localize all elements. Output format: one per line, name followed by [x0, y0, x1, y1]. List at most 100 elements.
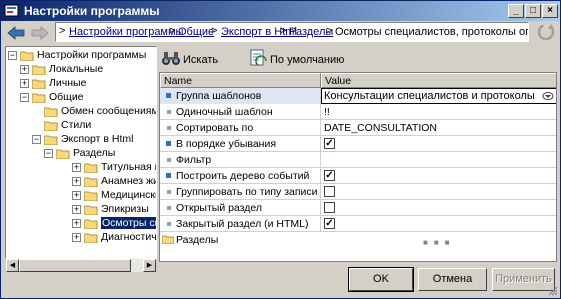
scroll-right-icon[interactable]: ▶ [143, 259, 156, 272]
breadcrumb-current: Осмотры специалистов, протоколы операций [335, 26, 528, 38]
breadcrumb-separator: > [211, 25, 218, 37]
tree-item-label: Обмен сообщениями [61, 105, 157, 117]
event-tree-checkbox[interactable]: ✓ [324, 170, 335, 181]
folder-icon [32, 65, 46, 75]
property-row-sort-by[interactable]: Сортировать по DATE_CONSULTATION [160, 120, 556, 136]
breadcrumb-settings[interactable]: Настройки программы [69, 26, 183, 38]
dropdown-icon[interactable] [541, 90, 555, 102]
property-bullet-icon [167, 206, 171, 210]
collapse-icon[interactable]: − [20, 93, 29, 102]
property-row-open-section[interactable]: Открытый раздел [160, 200, 556, 216]
back-arrow-icon[interactable] [7, 26, 25, 40]
collapse-icon[interactable]: − [32, 135, 41, 144]
refresh-icon[interactable] [536, 22, 556, 42]
cancel-button[interactable]: Отмена [418, 268, 487, 291]
property-name: Группировать по типу записи [176, 186, 318, 198]
property-value: !! [324, 106, 330, 118]
tree-item-label: Осмотры спе [101, 217, 156, 229]
property-row-filter[interactable]: Фильтр [160, 152, 556, 168]
property-value: DATE_CONSULTATION [324, 122, 437, 134]
property-grid[interactable]: Name Value Группа шаблонов Консультации … [159, 72, 557, 262]
title-bar[interactable]: Настройки программы _ □ × [1, 1, 560, 21]
property-name: Закрытый раздел (и HTML) [176, 218, 309, 230]
combobox-value: Консультации специалистов и протоколы оп… [324, 90, 536, 102]
property-name: В порядке убывания [176, 138, 277, 150]
folder-open-icon [44, 135, 58, 145]
tree-item-label: Экспорт в Html [61, 133, 134, 145]
open-section-checkbox[interactable] [324, 202, 335, 213]
tree-item-label: Диагностиче [101, 231, 157, 243]
folder-icon [162, 235, 174, 244]
breadcrumb-separator: > [280, 25, 287, 37]
property-toolbar: Искать По умолчанию [158, 47, 558, 71]
property-bullet-icon [167, 222, 171, 226]
property-bullet-icon [166, 141, 171, 146]
expand-icon[interactable]: + [20, 65, 29, 74]
expand-icon[interactable]: + [72, 191, 81, 200]
maximize-button[interactable]: □ [525, 4, 541, 18]
folder-icon [32, 79, 46, 89]
descending-checkbox[interactable]: ✓ [324, 138, 335, 149]
folder-open-icon [56, 149, 70, 159]
breadcrumb-general[interactable]: Общие [178, 26, 214, 38]
settings-tree[interactable]: − Настройки программы + Локальные + Личн… [5, 46, 157, 259]
search-button[interactable]: Искать [161, 49, 221, 69]
column-header-value[interactable]: Value [321, 73, 556, 88]
closed-section-checkbox[interactable]: ✓ [324, 218, 335, 229]
folder-open-icon [20, 51, 34, 61]
scroll-left-icon[interactable]: ◀ [6, 259, 19, 272]
settings-app-icon [4, 4, 19, 17]
folder-icon [84, 191, 98, 201]
expand-icon[interactable]: + [72, 163, 81, 172]
ellipsis-icon[interactable]: ■■■ [423, 238, 456, 247]
folder-icon [84, 163, 98, 173]
breadcrumb-separator: > [59, 25, 66, 37]
folder-icon [44, 121, 58, 131]
resize-grip-icon[interactable] [547, 285, 558, 296]
document-reset-icon [250, 49, 267, 66]
property-group-sections[interactable]: Разделы ■■■ [160, 232, 556, 248]
property-row-closed-section[interactable]: Закрытый раздел (и HTML) ✓ [160, 216, 556, 232]
tree-item-label: Стили [61, 119, 92, 131]
property-row-event-tree[interactable]: Построить дерево событий ✓ [160, 168, 556, 184]
collapse-icon[interactable]: − [44, 149, 53, 158]
group-by-type-checkbox[interactable] [324, 186, 335, 197]
folder-icon [84, 233, 98, 243]
tree-item-label: Локальные [49, 63, 104, 75]
property-name: Одиночный шаблон [176, 106, 273, 118]
forward-arrow-icon[interactable] [31, 26, 49, 40]
expand-icon[interactable]: + [20, 79, 29, 88]
folder-icon [44, 107, 58, 117]
property-name: Сортировать по [176, 122, 254, 134]
expand-icon[interactable]: + [72, 205, 81, 214]
breadcrumb-separator: > [326, 25, 333, 37]
property-row-template-group[interactable]: Группа шаблонов Консультации специалисто… [160, 88, 556, 104]
ok-button[interactable]: OK [348, 267, 414, 292]
tree-item-label: Разделы [73, 147, 116, 159]
property-row-single-template[interactable]: Одиночный шаблон !! [160, 104, 556, 120]
tree-item-label: Титульная ин [101, 161, 156, 173]
tree-horizontal-scrollbar[interactable]: ◀ ▶ [6, 259, 156, 272]
tree-item-label: Медицинский [101, 189, 156, 201]
property-name: Построить дерево событий [176, 170, 310, 182]
expand-icon[interactable]: + [72, 177, 81, 186]
apply-button[interactable]: Применить [492, 268, 555, 291]
property-name: Группа шаблонов [176, 90, 262, 102]
close-button[interactable]: × [542, 4, 558, 18]
folder-open-icon [32, 93, 46, 103]
scrollbar-thumb[interactable] [19, 259, 131, 272]
property-row-descending[interactable]: В порядке убывания ✓ [160, 136, 556, 152]
property-bullet-icon [167, 158, 171, 162]
tree-item-label: Общие [49, 91, 84, 103]
collapse-icon[interactable]: − [8, 51, 17, 60]
property-name: Открытый раздел [176, 202, 262, 214]
template-group-combobox[interactable]: Консультации специалистов и протоколы оп… [321, 88, 556, 104]
minimize-button[interactable]: _ [508, 4, 524, 18]
expand-icon[interactable]: + [72, 233, 81, 242]
search-label: Искать [183, 54, 219, 66]
property-row-group-by-type[interactable]: Группировать по типу записи [160, 184, 556, 200]
expand-icon[interactable]: + [72, 219, 81, 228]
column-header-name[interactable]: Name [160, 73, 321, 88]
reset-defaults-button[interactable]: По умолчанию [248, 49, 348, 69]
binoculars-icon [162, 52, 180, 65]
